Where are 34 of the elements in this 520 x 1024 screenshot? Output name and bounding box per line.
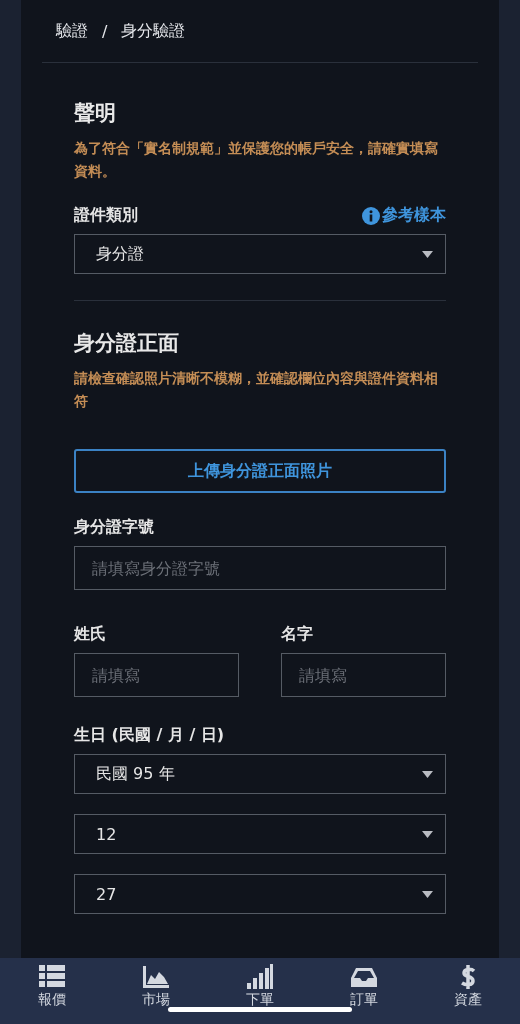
- breadcrumb-link[interactable]: 驗證: [56, 20, 88, 42]
- id-number-field[interactable]: 請填寫身分證字號: [74, 546, 446, 590]
- notice-text: 請檢查確認照片清晰不模糊，並確認欄位內容與證件資料相符: [74, 369, 439, 411]
- tab-bar-item[interactable]: 資產: [433, 964, 503, 1009]
- area-chart-icon: [142, 964, 170, 990]
- dropdown-caret-icon: [422, 770, 433, 778]
- dropdown-caret-icon: [422, 890, 433, 898]
- field-label: 名字: [281, 624, 313, 645]
- section-title: 聲明: [74, 100, 117, 127]
- section-title: 身分證正面: [74, 330, 180, 357]
- field-label: 身分證字號: [74, 517, 154, 538]
- tab-bar-item[interactable]: 報價: [17, 964, 87, 1009]
- birthday-select[interactable]: 12: [74, 814, 446, 854]
- dropdown-caret-icon: [422, 250, 433, 258]
- list-icon: [38, 964, 66, 990]
- info-icon: [362, 206, 380, 225]
- field-label: 姓氏: [74, 624, 106, 645]
- birthday-select[interactable]: 27: [74, 874, 446, 914]
- field-label: 證件類別: [74, 205, 138, 226]
- upload-button[interactable]: 上傳身分證正面照片: [74, 449, 446, 493]
- birthday-select[interactable]: 民國 95 年: [74, 754, 446, 794]
- tab-bar-item[interactable]: 下單: [225, 964, 295, 1009]
- breadcrumb-separator: /: [102, 21, 108, 41]
- breadcrumb-current: 身分驗證: [121, 20, 186, 42]
- given-name-field[interactable]: 請填寫: [281, 653, 446, 697]
- document-type-select[interactable]: 身分證: [74, 234, 446, 274]
- tab-bar-item[interactable]: 訂單: [329, 964, 399, 1009]
- tab-bar-item[interactable]: 市場: [121, 964, 191, 1009]
- sample-link[interactable]: 參考樣本: [362, 205, 446, 226]
- field-label: 生日 (民國 / 月 / 日): [74, 725, 225, 746]
- notice-text: 為了符合「實名制規範」並保護您的帳戶安全，請確實填寫資料。: [74, 139, 439, 181]
- dropdown-caret-icon: [422, 830, 433, 838]
- surname-field[interactable]: 請填寫: [74, 653, 239, 697]
- signal-bars-icon: [246, 964, 274, 990]
